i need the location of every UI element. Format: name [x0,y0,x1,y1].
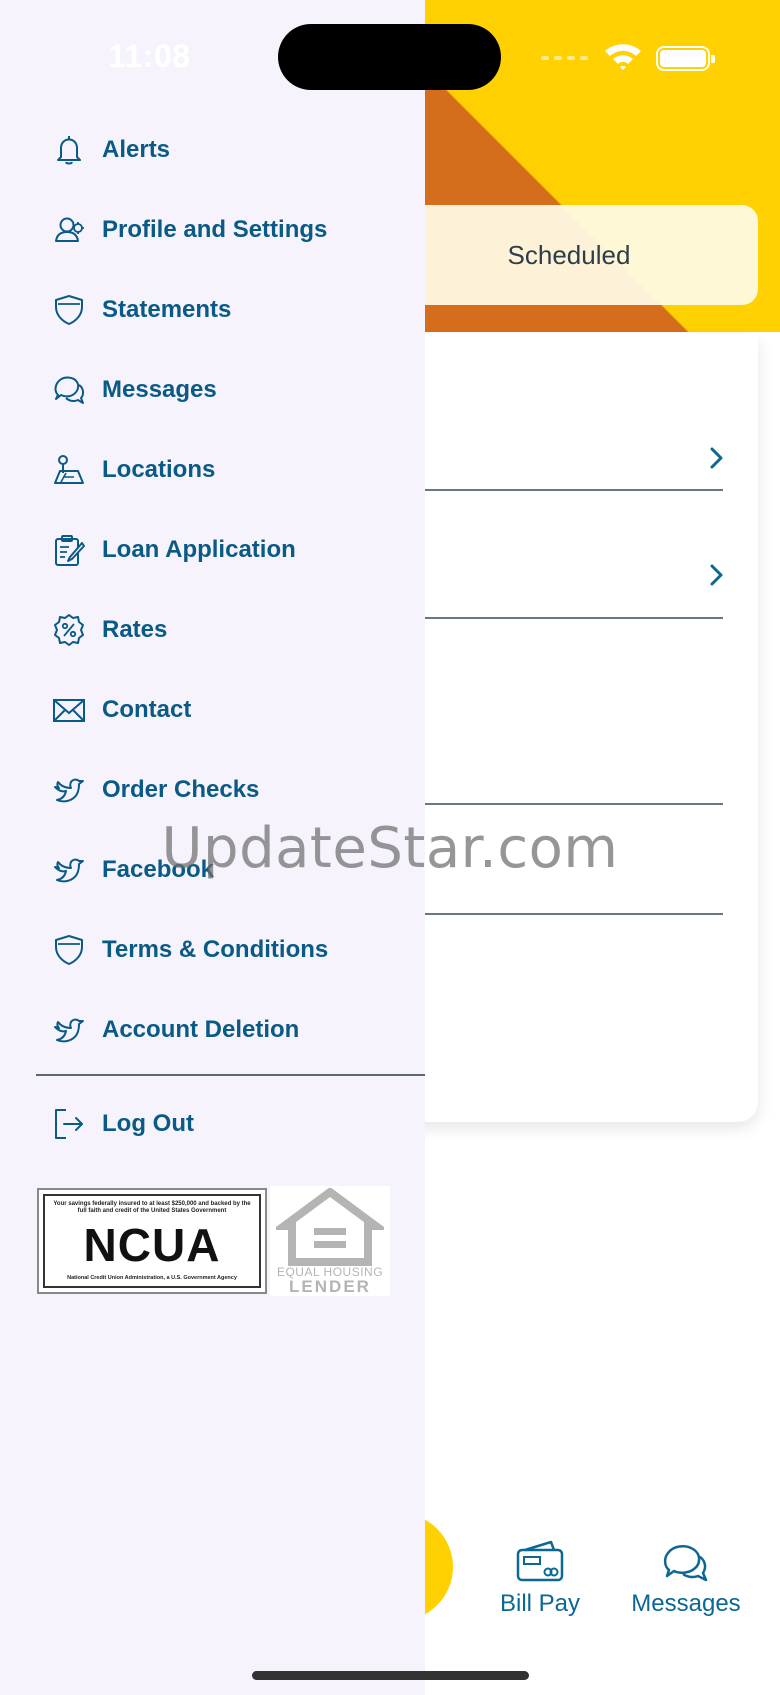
dynamic-island [278,24,501,90]
scheduled-tab[interactable]: Scheduled [380,205,758,305]
menu-item-profile-settings[interactable]: Profile and Settings [0,190,425,270]
bill-pay-icon [516,1540,564,1582]
tab-label: Messages [631,1590,741,1617]
menu-item-label: Loan Application [102,536,296,563]
wifi-icon [605,44,641,70]
row-divider [380,489,723,491]
status-time: 11:08 [108,38,191,74]
row-divider [380,617,723,619]
menu-item-label: Terms & Conditions [102,936,329,963]
menu-item-label: Alerts [102,136,171,163]
messages-icon [663,1544,708,1582]
menu-item-label: Statements [102,296,232,323]
ncua-insurance-text: Your savings federally insured to at lea… [53,1201,251,1214]
shield-icon [52,293,86,327]
menu-item-label: Contact [102,696,192,723]
scheduled-label: Scheduled [507,239,631,270]
menu-item-label: Locations [102,456,216,483]
tab-bill-pay[interactable]: Bill Pay [490,1540,590,1618]
clipboard-edit-icon [52,533,86,567]
logout-button[interactable]: Log Out [0,1084,425,1164]
tab-messages[interactable]: Messages [625,1540,747,1618]
menu-item-label: Profile and Settings [102,216,328,243]
menu-item-terms-conditions[interactable]: Terms & Conditions [0,910,425,990]
row-divider [380,803,723,805]
drawer-menu: Alerts Profile and Settings Statements M… [0,110,425,1070]
menu-item-label: Order Checks [102,776,260,803]
shield-icon [52,933,86,967]
lender-text: LENDER [289,1277,371,1296]
watermark-text: UpdateStar.com [161,816,619,881]
chevron-right-icon[interactable] [704,563,728,587]
menu-item-statements[interactable]: Statements [0,270,425,350]
chat-bubbles-icon [52,373,86,407]
bird-icon [52,773,86,807]
equal-housing-lender-badge: EQUAL HOUSING LENDER [270,1186,390,1296]
tab-label: Bill Pay [499,1590,581,1617]
menu-item-locations[interactable]: Locations [0,430,425,510]
map-pin-icon [52,453,86,487]
percent-badge-icon [52,613,86,647]
bird-icon [52,1013,86,1047]
menu-item-contact[interactable]: Contact [0,670,425,750]
ncua-badge: Your savings federally insured to at lea… [37,1188,267,1294]
menu-item-label: Rates [102,616,168,643]
cellular-signal-icon [541,56,588,60]
menu-item-label: Account Deletion [102,1016,300,1043]
content-card [380,334,758,1122]
home-indicator[interactable] [252,1671,529,1680]
logout-label: Log Out [102,1110,194,1137]
envelope-icon [52,693,86,727]
logout-icon [52,1107,86,1141]
menu-item-account-deletion[interactable]: Account Deletion [0,990,425,1070]
chevron-right-icon[interactable] [704,446,728,470]
row-divider [380,913,723,915]
ncua-agency-text: National Credit Union Administration, a … [67,1275,237,1281]
menu-item-label: Messages [102,376,217,403]
menu-item-loan-application[interactable]: Loan Application [0,510,425,590]
menu-divider [36,1074,425,1076]
profile-icon [52,213,86,247]
menu-item-alerts[interactable]: Alerts [0,110,425,190]
bell-icon [52,133,86,167]
menu-item-messages[interactable]: Messages [0,350,425,430]
equal-housing-house-icon [276,1188,384,1266]
ncua-logo-text: NCUA [83,1219,221,1271]
battery-icon [656,45,715,71]
menu-item-rates[interactable]: Rates [0,590,425,670]
